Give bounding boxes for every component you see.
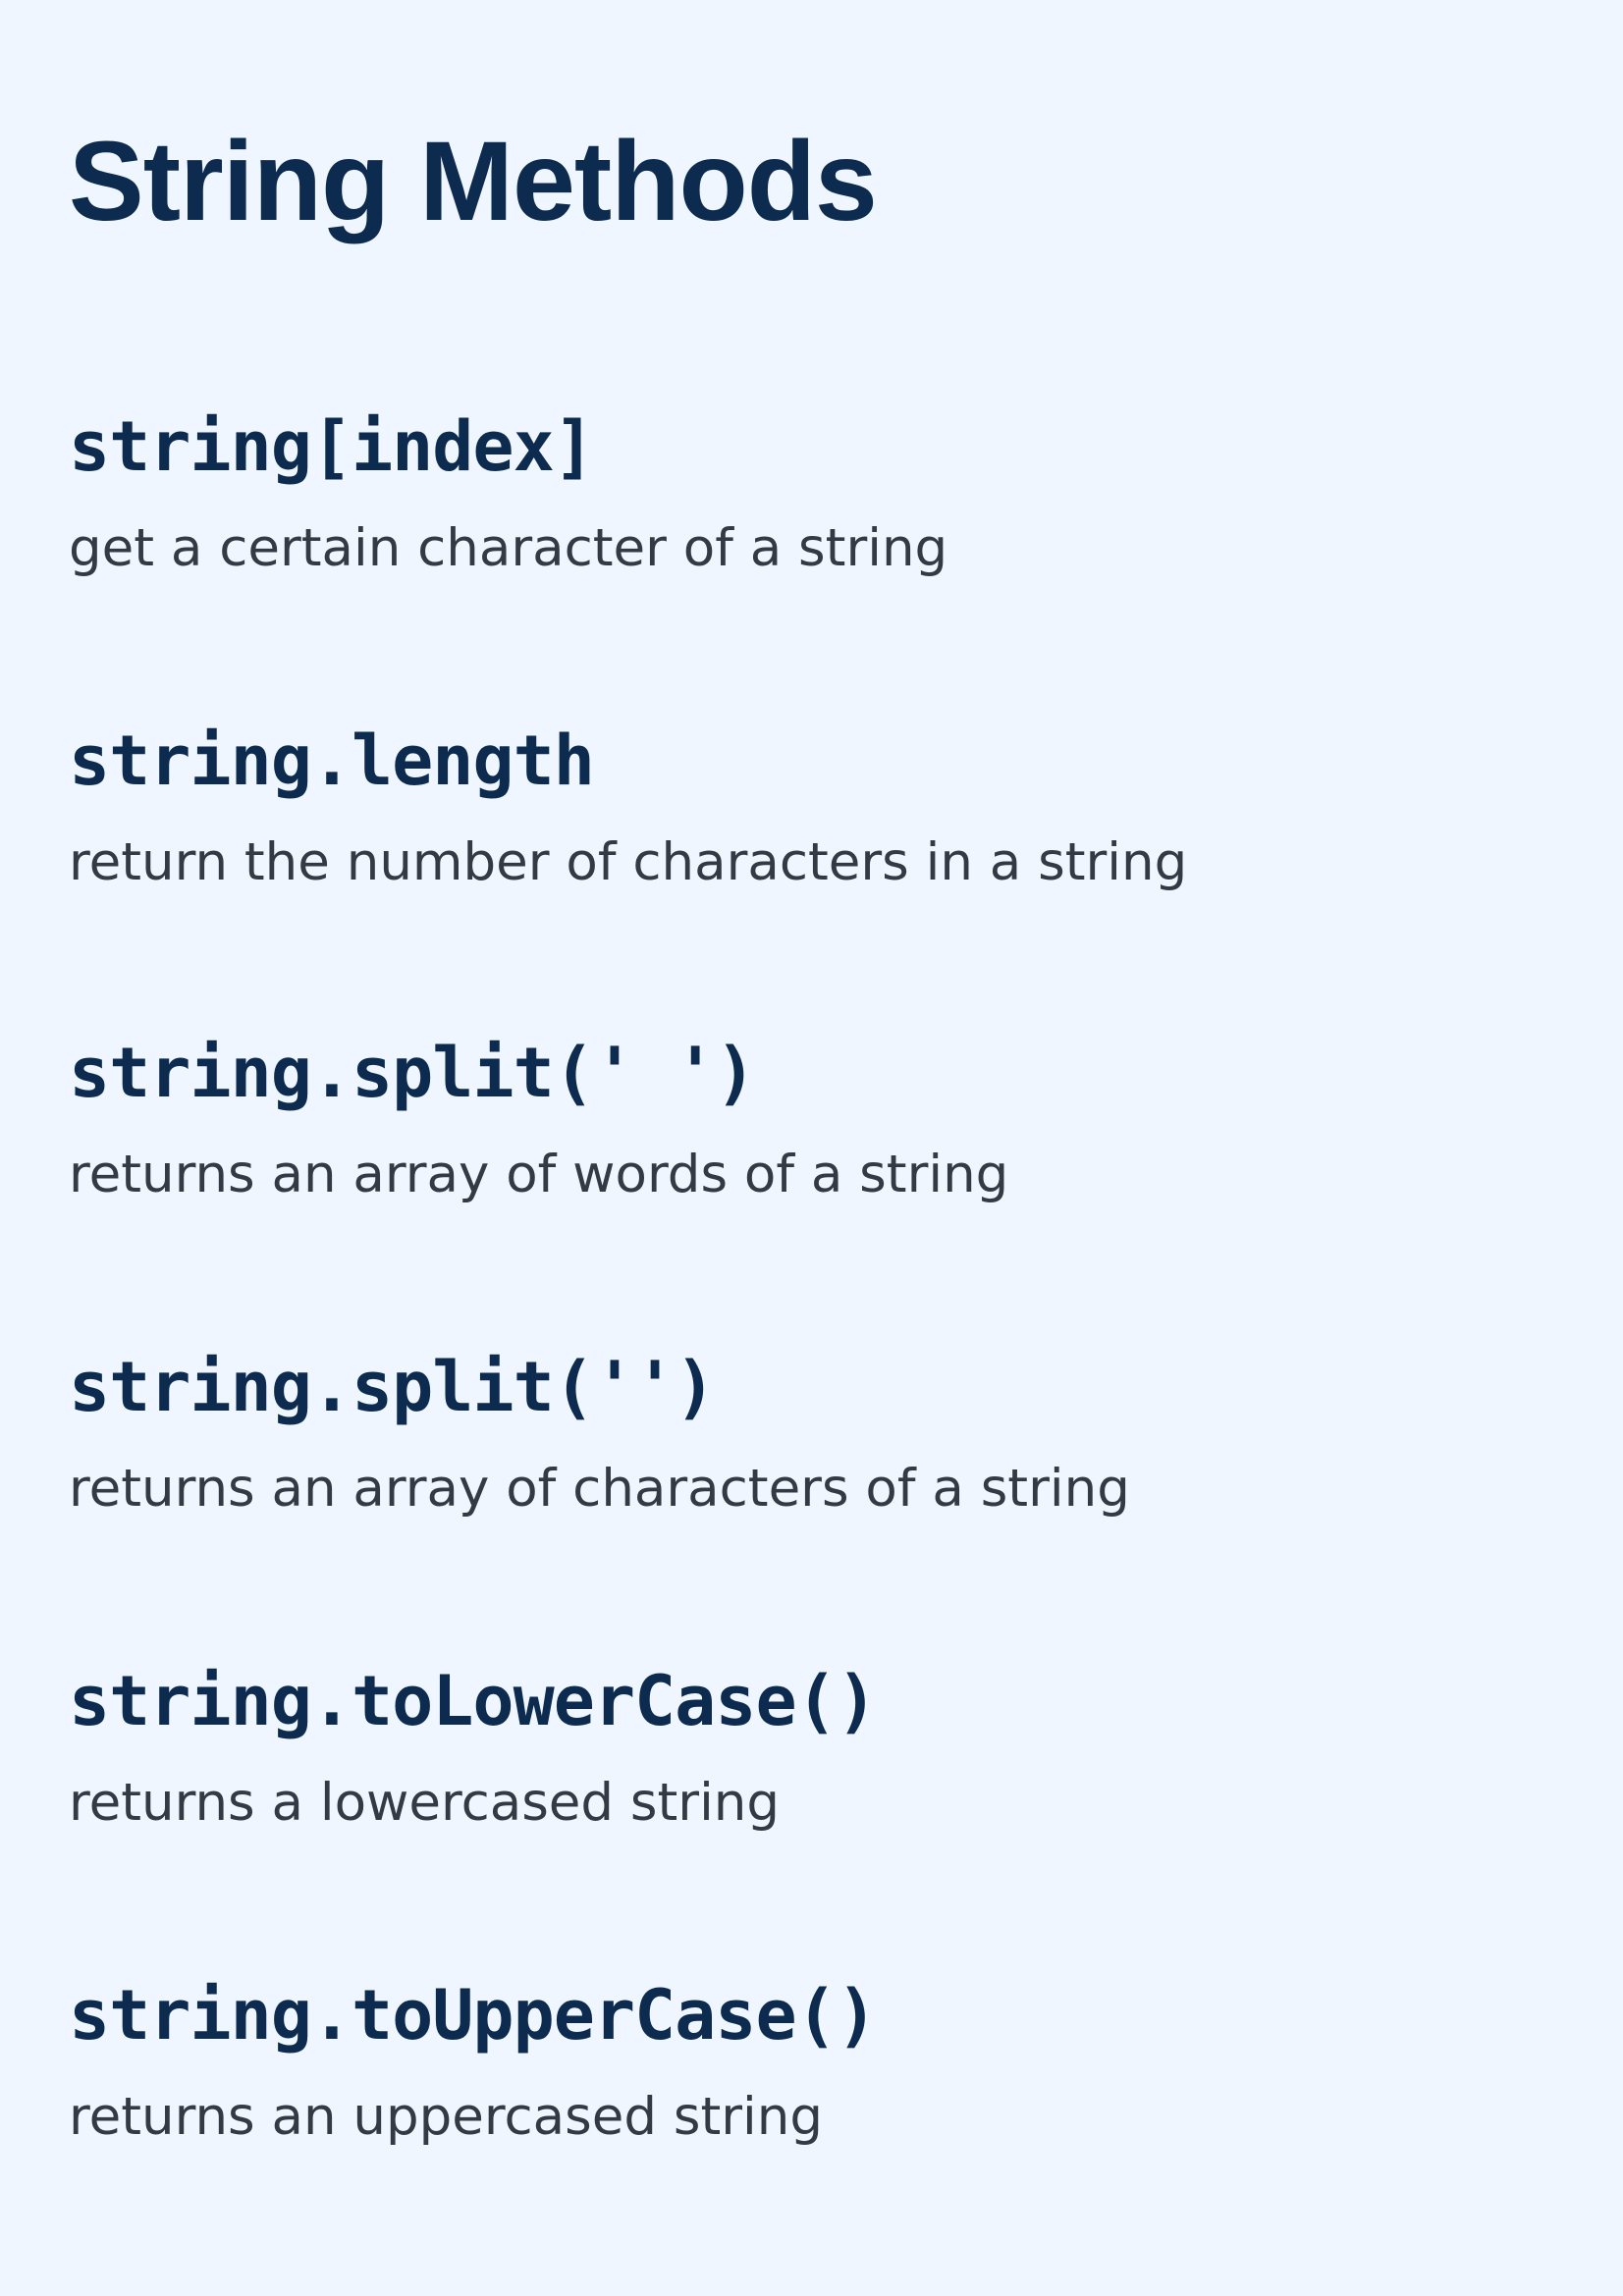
method-description: returns an array of characters of a stri… <box>69 1459 1130 1519</box>
method-code: string.toLowerCase() <box>69 1661 878 1741</box>
method-entry-length: string.length return the number of chara… <box>69 726 1600 942</box>
method-entry-split-empty: string.split('') returns an array of cha… <box>69 1353 1600 1569</box>
method-description: returns an array of words of a string <box>69 1145 1009 1204</box>
method-description: returns an uppercased string <box>69 2087 824 2147</box>
method-code: string.toUpperCase() <box>69 1975 878 2056</box>
method-code: string.length <box>69 721 595 801</box>
method-description: returns a lowercased string <box>69 1773 781 1833</box>
cheatsheet-page: String Methods string[index] get a certa… <box>69 0 1600 2296</box>
method-description: return the number of characters in a str… <box>69 832 1188 892</box>
method-entry-index: string[index] get a certain character of… <box>69 412 1600 628</box>
method-entry-to-upper-case: string.toUpperCase() returns an uppercas… <box>69 1981 1600 2197</box>
method-code: string.split(' ') <box>69 1033 756 1113</box>
page-title: String Methods <box>69 119 878 244</box>
method-entry-split-space: string.split(' ') returns an array of wo… <box>69 1039 1600 1255</box>
method-code: string.split('') <box>69 1347 716 1427</box>
method-description: get a certain character of a string <box>69 518 948 578</box>
method-entry-to-lower-case: string.toLowerCase() returns a lowercase… <box>69 1667 1600 1883</box>
method-code: string[index] <box>69 406 595 487</box>
